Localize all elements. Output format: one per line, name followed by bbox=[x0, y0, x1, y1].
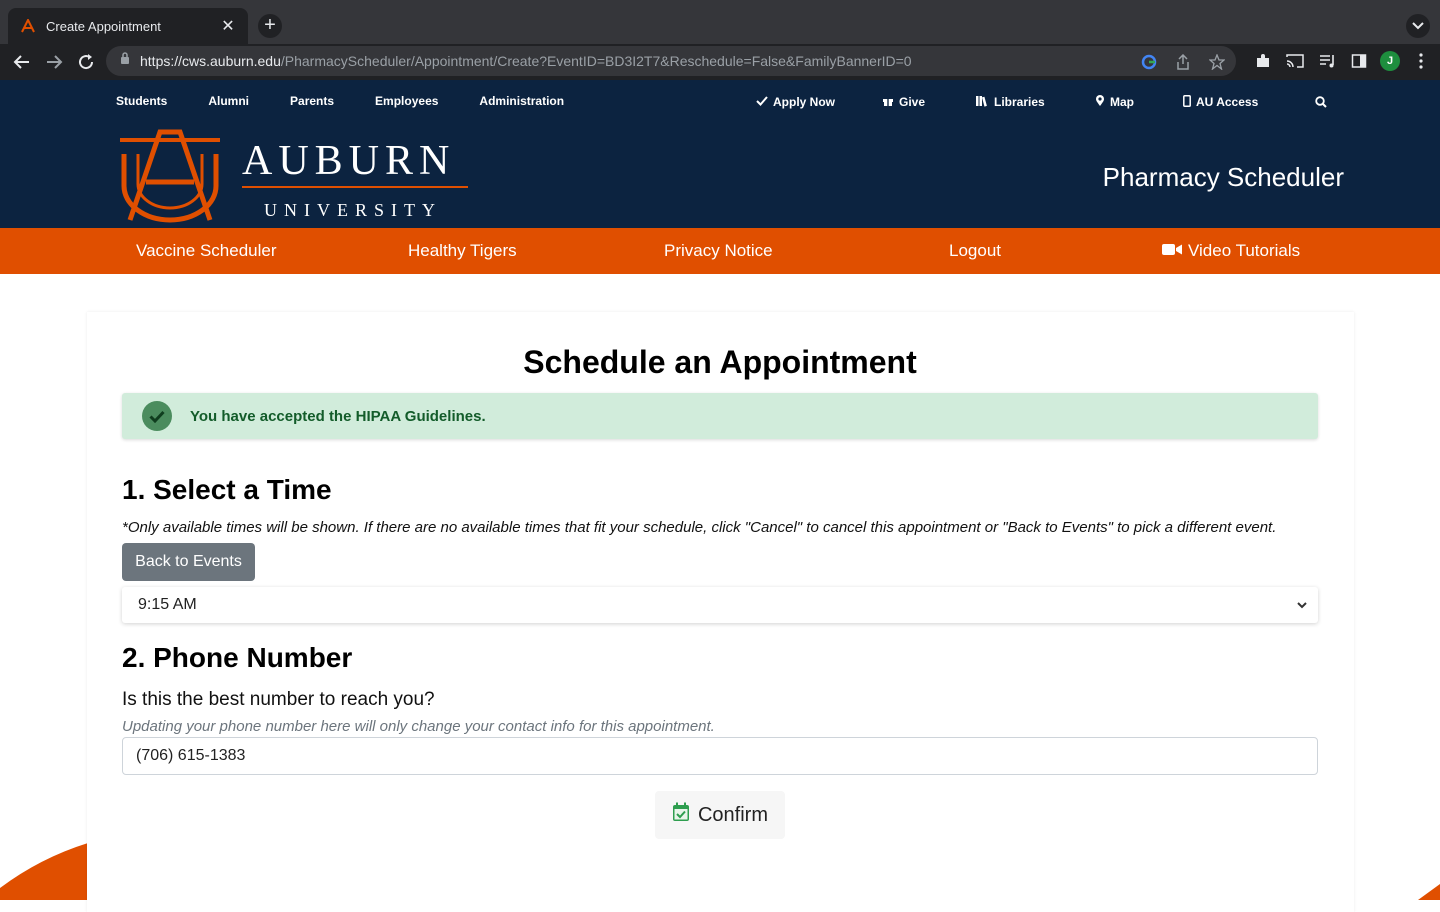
forward-arrow-icon[interactable] bbox=[42, 50, 66, 74]
tab-title: Create Appointment bbox=[46, 18, 161, 34]
bookmark-star-icon[interactable] bbox=[1206, 51, 1228, 73]
util-link-alumni[interactable]: Alumni bbox=[208, 94, 249, 108]
auburn-university-logo[interactable]: AUBURN UNIVERSITY bbox=[116, 128, 476, 229]
nav-healthy-tigers[interactable]: Healthy Tigers bbox=[408, 241, 517, 261]
util-link-students[interactable]: Students bbox=[116, 94, 167, 108]
browser-toolbar: https://cws.auburn.edu/PharmacyScheduler… bbox=[0, 44, 1440, 80]
util-link-employees[interactable]: Employees bbox=[375, 94, 438, 108]
phone-input[interactable] bbox=[122, 737, 1318, 775]
check-circle-icon bbox=[142, 401, 172, 431]
browser-tab-bar: Create Appointment ✕ + bbox=[0, 0, 1440, 44]
confirm-button[interactable]: Confirm bbox=[655, 791, 785, 839]
main-nav: Vaccine Scheduler Healthy Tigers Privacy… bbox=[0, 228, 1440, 274]
check-icon bbox=[756, 95, 768, 109]
video-camera-icon bbox=[1162, 241, 1182, 261]
section-select-time-title: 1. Select a Time bbox=[122, 474, 332, 505]
map-pin-icon bbox=[1095, 94, 1105, 110]
share-icon[interactable] bbox=[1172, 51, 1194, 73]
profile-avatar[interactable]: J bbox=[1380, 51, 1400, 71]
util-link-parents[interactable]: Parents bbox=[290, 94, 334, 108]
util-link-apply-now[interactable]: Apply Now bbox=[756, 94, 882, 110]
nav-logout[interactable]: Logout bbox=[949, 241, 1001, 261]
site-title[interactable]: Pharmacy Scheduler bbox=[1103, 162, 1344, 193]
lock-icon bbox=[120, 52, 130, 70]
section-phone-title: 2. Phone Number bbox=[122, 642, 353, 673]
back-arrow-icon[interactable] bbox=[10, 50, 34, 74]
nav-privacy-notice[interactable]: Privacy Notice bbox=[664, 241, 773, 261]
page-title: Schedule an Appointment bbox=[523, 344, 917, 380]
util-link-give[interactable]: Give bbox=[882, 94, 975, 110]
url-path: /PharmacyScheduler/Appointment/Create?Ev… bbox=[280, 53, 912, 69]
browser-menu-icon[interactable] bbox=[1410, 50, 1432, 72]
svg-text:AUBURN: AUBURN bbox=[242, 138, 455, 184]
address-bar[interactable]: https://cws.auburn.edu/PharmacyScheduler… bbox=[106, 46, 1236, 76]
books-icon bbox=[975, 95, 989, 110]
reload-icon[interactable] bbox=[74, 50, 98, 74]
browser-tab[interactable]: Create Appointment ✕ bbox=[8, 8, 248, 44]
close-tab-icon[interactable]: ✕ bbox=[218, 16, 238, 36]
success-alert: You have accepted the HIPAA Guidelines. bbox=[122, 393, 1318, 439]
au-monogram-icon bbox=[120, 129, 220, 223]
selected-time: 9:15 AM bbox=[138, 596, 197, 613]
orange-corner-decoration-right bbox=[1418, 884, 1440, 905]
google-lens-icon[interactable] bbox=[1138, 51, 1160, 73]
back-to-events-button[interactable]: Back to Events bbox=[122, 543, 255, 581]
availability-note: *Only available times will be shown. If … bbox=[122, 519, 1277, 536]
extensions-puzzle-icon[interactable] bbox=[1252, 50, 1274, 72]
time-select[interactable]: 9:15 AM bbox=[122, 587, 1318, 623]
side-panel-icon[interactable] bbox=[1348, 50, 1370, 72]
util-link-libraries[interactable]: Libraries bbox=[975, 94, 1095, 110]
orange-corner-decoration bbox=[0, 843, 88, 905]
utility-nav-left: Students Alumni Parents Employees Admini… bbox=[116, 94, 564, 108]
cast-icon[interactable] bbox=[1284, 50, 1306, 72]
chevron-down-icon bbox=[1296, 598, 1308, 617]
util-link-administration[interactable]: Administration bbox=[479, 94, 564, 108]
svg-text:UNIVERSITY: UNIVERSITY bbox=[264, 200, 442, 220]
utility-nav-right: Apply Now Give Libraries Map AU Access bbox=[756, 94, 1327, 110]
auburn-favicon-icon bbox=[20, 18, 36, 34]
calendar-check-icon bbox=[672, 802, 690, 828]
gift-icon bbox=[882, 95, 894, 110]
nav-video-tutorials[interactable]: Video Tutorials bbox=[1162, 241, 1300, 261]
phone-hint: Updating your phone number here will onl… bbox=[122, 718, 715, 735]
mobile-icon bbox=[1183, 94, 1191, 110]
search-icon[interactable] bbox=[1315, 94, 1327, 110]
util-link-au-access[interactable]: AU Access bbox=[1183, 94, 1315, 110]
nav-vaccine-scheduler[interactable]: Vaccine Scheduler bbox=[136, 241, 277, 261]
alert-message: You have accepted the HIPAA Guidelines. bbox=[190, 407, 486, 425]
url-host: https://cws.auburn.edu bbox=[140, 53, 281, 69]
site-header: Students Alumni Parents Employees Admini… bbox=[0, 80, 1440, 228]
tab-search-chevron-icon[interactable] bbox=[1406, 14, 1430, 38]
util-link-map[interactable]: Map bbox=[1095, 94, 1183, 110]
media-queue-icon[interactable] bbox=[1316, 50, 1338, 72]
phone-question: Is this the best number to reach you? bbox=[122, 689, 435, 710]
new-tab-icon[interactable]: + bbox=[258, 14, 282, 38]
